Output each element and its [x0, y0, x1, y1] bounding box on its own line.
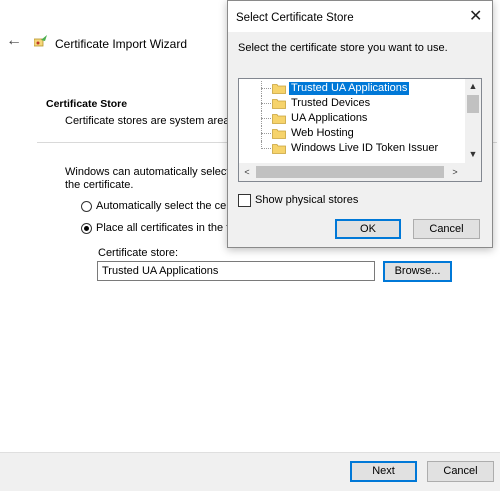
tree-line: [261, 118, 271, 119]
radio-place-all[interactable]: [81, 223, 92, 234]
horizontal-scroll-thumb[interactable]: [256, 166, 444, 178]
store-item[interactable]: Trusted Devices: [239, 96, 465, 111]
tree-line: [261, 133, 271, 134]
scrollbar-corner: [465, 163, 481, 181]
store-item-label: Web Hosting: [291, 127, 354, 139]
store-item-label: UA Applications: [291, 112, 368, 124]
browse-button[interactable]: Browse...: [383, 261, 452, 282]
scroll-left-icon[interactable]: <: [239, 163, 255, 181]
tree-line: [261, 148, 271, 149]
next-button[interactable]: Next: [350, 461, 417, 482]
vertical-scroll-thumb[interactable]: [467, 95, 479, 113]
tree-line: [261, 88, 271, 89]
radio-place-all-label[interactable]: Place all certificates in the foll: [96, 222, 240, 234]
ok-button[interactable]: OK: [335, 219, 401, 239]
store-item[interactable]: UA Applications: [239, 111, 465, 126]
section-description: Certificate stores are system areas: [65, 115, 235, 127]
radio-auto-select[interactable]: [81, 201, 92, 212]
store-item[interactable]: Trusted UA Applications: [239, 81, 465, 96]
folder-icon: [272, 114, 286, 124]
scroll-up-icon[interactable]: ▲: [465, 79, 481, 94]
store-item-label: Windows Live ID Token Issuer: [291, 142, 439, 154]
horizontal-scrollbar[interactable]: < >: [239, 163, 465, 181]
wizard-footer: [0, 452, 500, 491]
folder-icon: [272, 129, 286, 139]
folder-icon: [272, 99, 286, 109]
store-tree[interactable]: Trusted UA Applications Trusted Devices …: [238, 78, 482, 182]
vertical-scrollbar[interactable]: ▲ ▼: [465, 79, 481, 163]
close-icon[interactable]: ✕: [469, 9, 482, 25]
wizard-title: Certificate Import Wizard: [55, 37, 188, 51]
folder-icon: [272, 144, 286, 154]
dialog-title: Select Certificate Store: [236, 12, 354, 24]
back-arrow-icon[interactable]: ←: [6, 33, 22, 49]
dialog-instruction: Select the certificate store you want to…: [238, 42, 448, 54]
show-physical-stores-label[interactable]: Show physical stores: [255, 194, 358, 206]
certificate-wizard-icon: [34, 35, 47, 47]
section-heading: Certificate Store: [46, 98, 128, 110]
dialog-titlebar: Select Certificate Store ✕: [228, 1, 492, 32]
show-physical-stores-checkbox[interactable]: [238, 194, 251, 207]
auto-select-description: Windows can automatically select a the c…: [65, 166, 239, 191]
store-item[interactable]: Windows Live ID Token Issuer: [239, 141, 465, 156]
store-tree-rows: Trusted UA Applications Trusted Devices …: [239, 79, 465, 163]
certificate-store-field[interactable]: [97, 261, 375, 281]
tree-line: [261, 103, 271, 104]
scroll-right-icon[interactable]: >: [447, 163, 463, 181]
select-store-dialog: Select Certificate Store ✕ Select the ce…: [227, 0, 493, 248]
scroll-down-icon[interactable]: ▼: [465, 147, 481, 162]
store-item-label: Trusted Devices: [291, 97, 371, 109]
store-item[interactable]: Web Hosting: [239, 126, 465, 141]
radio-auto-select-label[interactable]: Automatically select the certifi: [96, 200, 241, 212]
dialog-cancel-button[interactable]: Cancel: [413, 219, 480, 239]
folder-icon: [272, 84, 286, 94]
cancel-button[interactable]: Cancel: [427, 461, 494, 482]
store-item-label: Trusted UA Applications: [289, 82, 410, 95]
certificate-store-label: Certificate store:: [98, 247, 179, 259]
